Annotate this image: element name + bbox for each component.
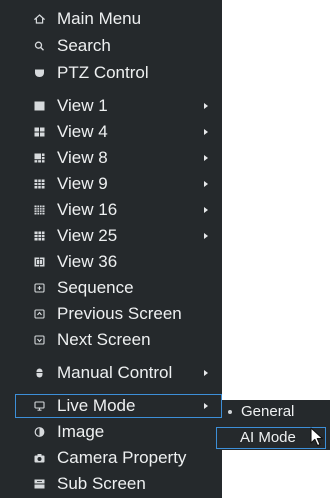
menu-item-label: View 1 bbox=[57, 96, 108, 115]
menu-item-ptz-control[interactable]: PTZ Control bbox=[15, 61, 222, 85]
menu-item-view-9[interactable]: View 9 bbox=[15, 172, 222, 196]
image-icon bbox=[34, 427, 45, 437]
menu-item-label: Previous Screen bbox=[57, 304, 182, 323]
submenu-arrow-icon bbox=[204, 129, 208, 135]
submenu-item-general[interactable]: General bbox=[222, 401, 330, 423]
menu-item-search[interactable]: Search bbox=[15, 34, 222, 58]
menu-item-label: View 8 bbox=[57, 148, 108, 167]
menu-item-live-mode[interactable]: Live Mode bbox=[15, 394, 222, 418]
menu-item-view-8[interactable]: View 8 bbox=[15, 146, 222, 170]
menu-item-label: Main Menu bbox=[57, 9, 142, 28]
submenu-item-label: AI Mode bbox=[240, 429, 296, 446]
menu-item-label: Camera Property bbox=[57, 448, 187, 467]
menu-item-label: Search bbox=[57, 36, 111, 55]
menu-item-label: View 9 bbox=[57, 174, 108, 193]
sequence-icon bbox=[34, 283, 45, 293]
ptz-camera-icon bbox=[34, 68, 45, 78]
mouse-pointer-icon bbox=[310, 427, 324, 447]
menu-item-next-screen[interactable]: Next Screen bbox=[15, 328, 222, 352]
submenu-arrow-icon bbox=[204, 370, 208, 376]
menu-item-camera-property[interactable]: Camera Property bbox=[15, 446, 222, 470]
menu-item-label: View 16 bbox=[57, 200, 118, 219]
sub-screen-icon bbox=[34, 479, 45, 489]
next-screen-icon bbox=[34, 335, 45, 345]
menu-item-image[interactable]: Image bbox=[15, 420, 222, 444]
menu-item-view-16[interactable]: View 16 bbox=[15, 198, 222, 222]
menu-item-label: View 25 bbox=[57, 226, 118, 245]
menu-item-view-1[interactable]: View 1 bbox=[15, 94, 222, 118]
menu-item-view-36[interactable]: View 36 bbox=[15, 250, 222, 274]
menu-item-label: View 4 bbox=[57, 122, 108, 141]
home-icon bbox=[34, 14, 45, 24]
submenu-arrow-icon bbox=[204, 233, 208, 239]
menu-item-sequence[interactable]: Sequence bbox=[15, 276, 222, 300]
four-split-icon bbox=[34, 127, 45, 137]
menu-item-label: Image bbox=[57, 422, 105, 441]
twenty-five-split-icon bbox=[34, 231, 45, 241]
submenu-arrow-icon bbox=[204, 207, 208, 213]
menu-item-label: Manual Control bbox=[57, 363, 173, 382]
menu-item-label: Sub Screen bbox=[57, 474, 146, 493]
menu-item-main-menu[interactable]: Main Menu bbox=[15, 7, 222, 31]
thirty-six-split-icon bbox=[34, 257, 45, 267]
submenu-arrow-icon bbox=[204, 403, 208, 409]
submenu-item-label: General bbox=[241, 403, 295, 420]
menu-item-label: Live Mode bbox=[57, 396, 136, 415]
eight-split-icon bbox=[34, 153, 45, 163]
single-view-icon bbox=[34, 101, 45, 111]
submenu-arrow-icon bbox=[204, 103, 208, 109]
search-icon bbox=[34, 41, 45, 51]
previous-screen-icon bbox=[34, 309, 45, 319]
sixteen-split-icon bbox=[34, 205, 45, 215]
menu-item-previous-screen[interactable]: Previous Screen bbox=[15, 302, 222, 326]
menu-item-label: PTZ Control bbox=[57, 63, 149, 82]
manual-control-icon bbox=[34, 368, 45, 378]
menu-item-label: View 36 bbox=[57, 252, 118, 271]
menu-item-view-4[interactable]: View 4 bbox=[15, 120, 222, 144]
live-view-context-menu: Main Menu Search PTZ Control View 1 View… bbox=[0, 0, 222, 498]
submenu-arrow-icon bbox=[204, 155, 208, 161]
nine-split-icon bbox=[34, 179, 45, 189]
camera-icon bbox=[34, 453, 45, 463]
menu-item-label: Sequence bbox=[57, 278, 134, 297]
selected-dot-icon bbox=[228, 410, 232, 414]
menu-item-sub-screen[interactable]: Sub Screen bbox=[15, 472, 222, 496]
live-mode-icon bbox=[34, 401, 45, 411]
menu-item-view-25[interactable]: View 25 bbox=[15, 224, 222, 248]
menu-item-manual-control[interactable]: Manual Control bbox=[15, 361, 222, 385]
menu-item-label: Next Screen bbox=[57, 330, 151, 349]
submenu-arrow-icon bbox=[204, 181, 208, 187]
